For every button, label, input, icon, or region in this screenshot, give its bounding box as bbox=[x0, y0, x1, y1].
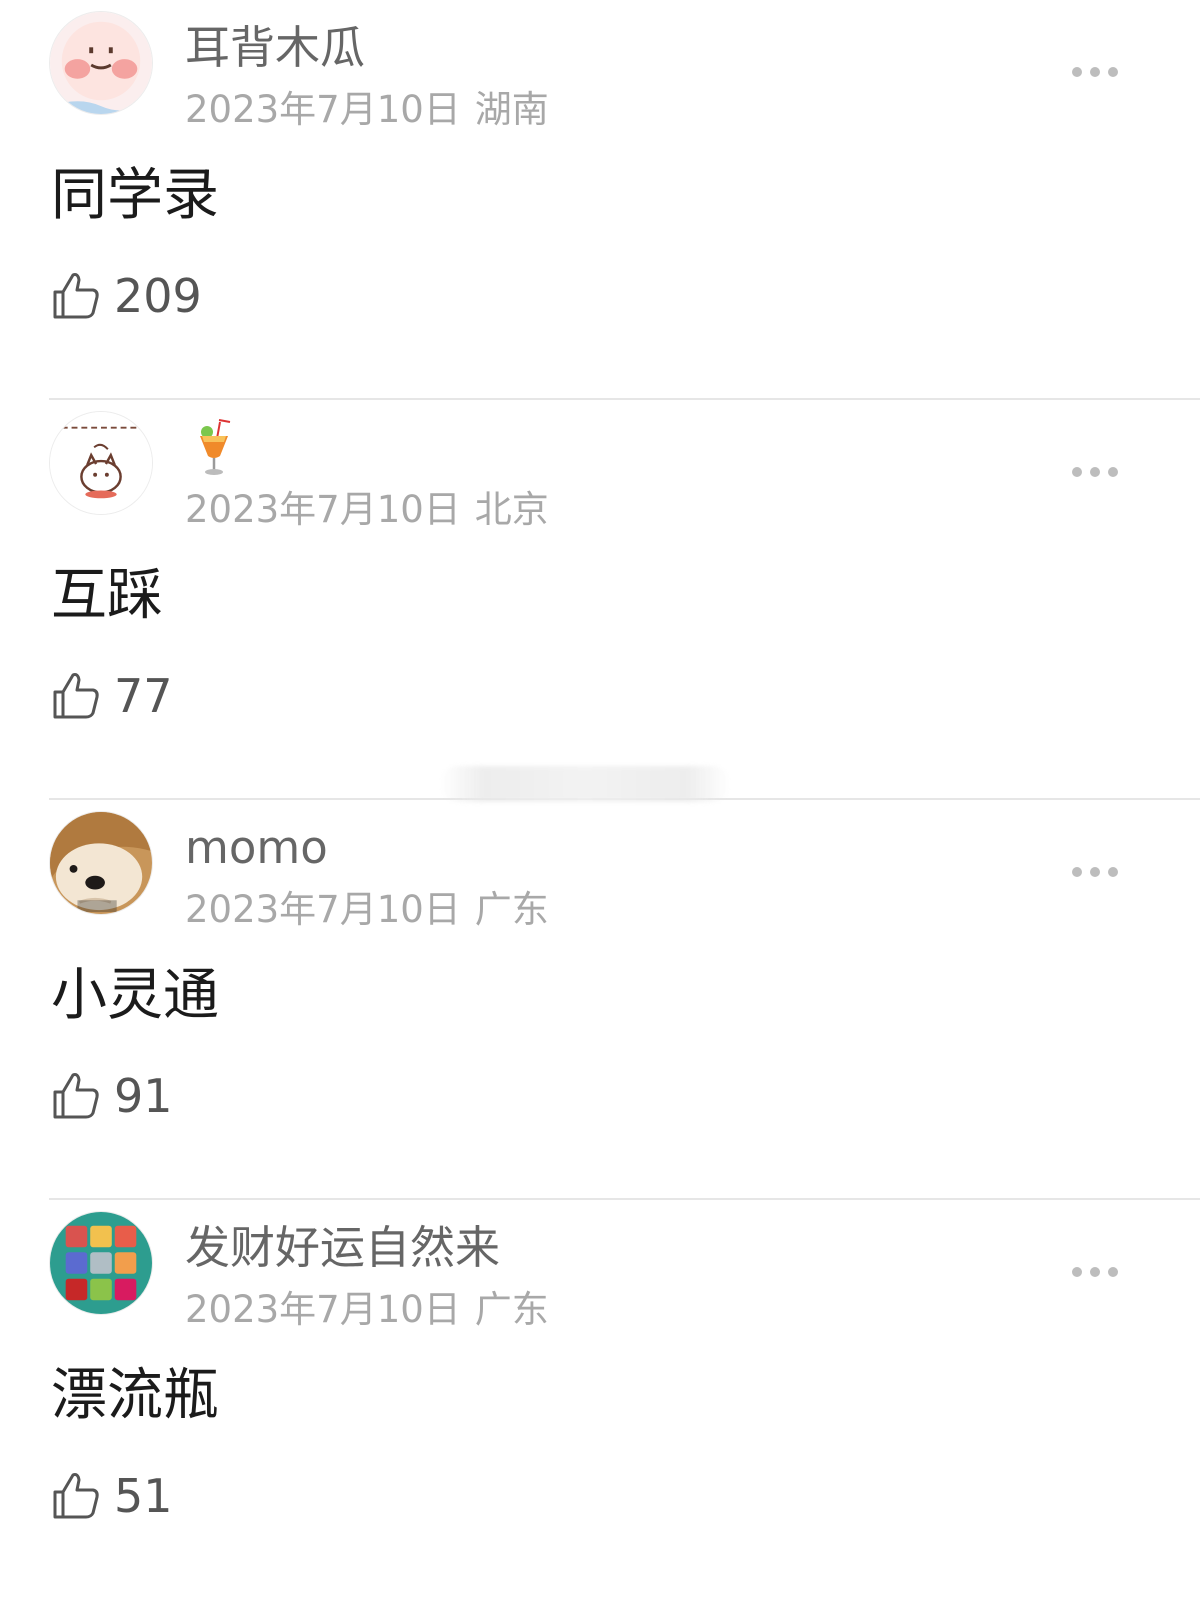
like-count: 91 bbox=[114, 1069, 173, 1123]
like-count: 77 bbox=[114, 669, 173, 723]
shiba-dog-avatar-icon bbox=[50, 812, 152, 914]
avatar[interactable] bbox=[49, 1211, 153, 1315]
more-options-button[interactable] bbox=[1068, 460, 1122, 484]
more-options-button[interactable] bbox=[1068, 60, 1122, 84]
comment-region: 广东 bbox=[474, 1288, 549, 1331]
thumbs-up-icon bbox=[53, 1073, 99, 1119]
comment-item: 发财好运自然来 2023年7月10日 广东 漂流瓶 51 bbox=[0, 1200, 1200, 1600]
username[interactable]: momo bbox=[185, 820, 328, 876]
more-options-button[interactable] bbox=[1068, 860, 1122, 884]
comment-item: 耳背木瓜 2023年7月10日 湖南 同学录 209 bbox=[0, 0, 1200, 400]
comment-date: 2023年7月10日 bbox=[185, 488, 461, 531]
like-count: 51 bbox=[114, 1469, 173, 1523]
comment-text: 小灵通 bbox=[51, 963, 219, 1028]
more-dots-icon bbox=[1072, 1267, 1118, 1277]
avatar[interactable] bbox=[49, 411, 153, 515]
comment-meta: 2023年7月10日 湖南 bbox=[185, 88, 549, 132]
comment-text: 漂流瓶 bbox=[51, 1363, 219, 1428]
comment-meta: 2023年7月10日 北京 bbox=[185, 488, 549, 532]
avatar[interactable] bbox=[49, 11, 153, 115]
like-button[interactable]: 91 bbox=[50, 1068, 173, 1124]
comment-region: 湖南 bbox=[474, 88, 549, 131]
like-button[interactable]: 209 bbox=[50, 268, 202, 324]
like-count: 209 bbox=[114, 269, 202, 323]
thumbs-up-icon bbox=[53, 673, 99, 719]
comment-item: 2023年7月10日 北京 互踩 77 bbox=[0, 400, 1200, 800]
comment-region: 广东 bbox=[474, 888, 549, 931]
avatar[interactable] bbox=[49, 811, 153, 915]
comment-text: 互踩 bbox=[51, 563, 163, 628]
comment-date: 2023年7月10日 bbox=[185, 888, 461, 931]
doodle-cat-avatar-icon bbox=[50, 412, 152, 514]
more-options-button[interactable] bbox=[1068, 1260, 1122, 1284]
lucky-grid-avatar-icon bbox=[50, 1212, 152, 1314]
tropical-drink-icon bbox=[194, 418, 240, 482]
blush-face-avatar-icon bbox=[50, 12, 152, 114]
more-dots-icon bbox=[1072, 467, 1118, 477]
comment-item: momo 2023年7月10日 广东 小灵通 91 bbox=[0, 800, 1200, 1200]
thumbs-up-icon bbox=[53, 273, 99, 319]
comment-text: 同学录 bbox=[51, 163, 219, 228]
username[interactable]: 发财好运自然来 bbox=[185, 1220, 500, 1276]
username[interactable]: 耳背木瓜 bbox=[185, 20, 365, 76]
comment-date: 2023年7月10日 bbox=[185, 88, 461, 131]
more-dots-icon bbox=[1072, 67, 1118, 77]
more-dots-icon bbox=[1072, 867, 1118, 877]
comment-date: 2023年7月10日 bbox=[185, 1288, 461, 1331]
comment-region: 北京 bbox=[474, 488, 549, 531]
scroll-indicator bbox=[440, 766, 730, 802]
comment-meta: 2023年7月10日 广东 bbox=[185, 1288, 549, 1332]
like-button[interactable]: 77 bbox=[50, 668, 173, 724]
comment-meta: 2023年7月10日 广东 bbox=[185, 888, 549, 932]
thumbs-up-icon bbox=[53, 1473, 99, 1519]
like-button[interactable]: 51 bbox=[50, 1468, 173, 1524]
